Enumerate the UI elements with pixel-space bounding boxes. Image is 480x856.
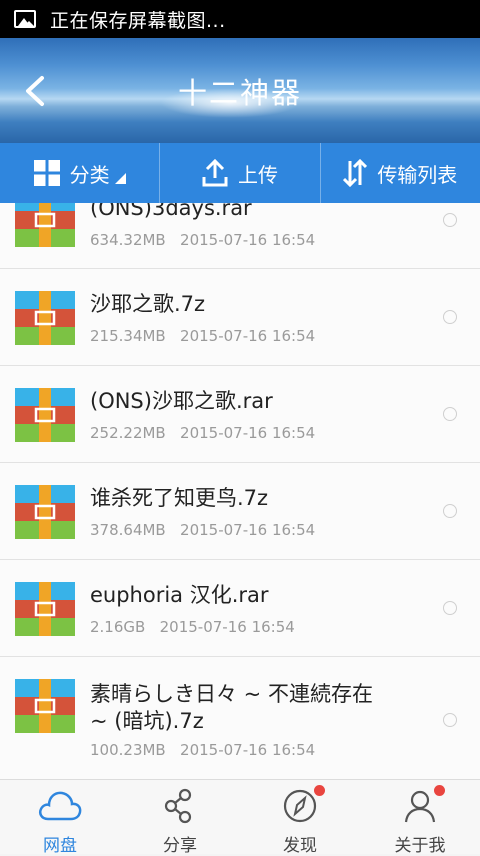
file-name: 沙耶之歌.7z bbox=[90, 292, 206, 316]
file-name: euphoria 汉化.rar bbox=[90, 583, 269, 607]
nav-disk-label: 网盘 bbox=[43, 836, 77, 856]
file-size: 100.23MB bbox=[90, 741, 166, 759]
file-name: (ONS)沙耶之歌.rar bbox=[90, 389, 273, 413]
file-size: 634.32MB bbox=[90, 231, 166, 249]
archive-file-icon bbox=[15, 679, 75, 733]
archive-file-icon bbox=[15, 291, 75, 345]
select-radio[interactable] bbox=[443, 213, 457, 227]
file-date: 2015-07-16 16:54 bbox=[180, 424, 316, 442]
archive-file-icon bbox=[15, 388, 75, 442]
file-meta: 634.32MB 2015-07-16 16:54 bbox=[90, 231, 315, 249]
file-date: 2015-07-16 16:54 bbox=[159, 618, 295, 636]
file-date: 2015-07-16 16:54 bbox=[180, 231, 316, 249]
category-label: 分类 bbox=[69, 162, 110, 187]
upload-icon bbox=[202, 159, 228, 187]
image-icon bbox=[14, 10, 36, 28]
toolbar: 分类 上传 传输列表 bbox=[0, 143, 480, 203]
file-meta: 252.22MB 2015-07-16 16:54 bbox=[90, 424, 315, 442]
upload-label: 上传 bbox=[237, 162, 278, 187]
cloud-icon bbox=[39, 791, 82, 821]
select-radio[interactable] bbox=[443, 601, 457, 615]
share-icon bbox=[164, 788, 192, 824]
file-size: 215.34MB bbox=[90, 327, 166, 345]
nav-discover-label: 发现 bbox=[283, 836, 317, 856]
file-meta: 215.34MB 2015-07-16 16:54 bbox=[90, 327, 315, 345]
file-size: 2.16GB bbox=[90, 618, 146, 636]
compass-icon bbox=[283, 789, 317, 823]
file-date: 2015-07-16 16:54 bbox=[180, 521, 316, 539]
archive-file-icon bbox=[15, 203, 75, 247]
nav-share[interactable]: 分享 bbox=[120, 780, 240, 856]
list-item[interactable]: (ONS)沙耶之歌.rar 252.22MB 2015-07-16 16:54 bbox=[0, 366, 480, 463]
file-name: 谁杀死了知更鸟.7z bbox=[90, 486, 269, 510]
transfer-arrows-icon bbox=[343, 159, 368, 187]
grid-icon bbox=[33, 160, 60, 186]
list-item[interactable]: euphoria 汉化.rar 2.16GB 2015-07-16 16:54 bbox=[0, 560, 480, 657]
bottom-nav: 网盘 分享 发现 关于我 bbox=[0, 779, 480, 856]
notification-badge bbox=[434, 785, 445, 796]
file-name: 素晴らしき日々 ~ 不連続存在 ~ (暗坑).7z bbox=[90, 682, 373, 733]
file-meta: 2.16GB 2015-07-16 16:54 bbox=[90, 618, 295, 636]
list-item[interactable]: (ONS)3days.rar 634.32MB 2015-07-16 16:54 bbox=[0, 203, 480, 269]
nav-share-label: 分享 bbox=[163, 836, 197, 856]
file-meta: 378.64MB 2015-07-16 16:54 bbox=[90, 521, 315, 539]
nav-disk[interactable]: 网盘 bbox=[0, 780, 120, 856]
list-item[interactable]: 素晴らしき日々 ~ 不連続存在 ~ (暗坑).7z 100.23MB 2015-… bbox=[0, 657, 480, 779]
header: 十二神器 bbox=[0, 38, 480, 143]
page-title: 十二神器 bbox=[177, 76, 302, 110]
nav-about-me[interactable]: 关于我 bbox=[360, 780, 480, 856]
user-icon bbox=[404, 790, 436, 823]
category-button[interactable]: 分类 bbox=[0, 143, 159, 203]
dropdown-triangle-icon bbox=[114, 172, 126, 184]
list-item[interactable]: 谁杀死了知更鸟.7z 378.64MB 2015-07-16 16:54 bbox=[0, 463, 480, 560]
notification-badge bbox=[314, 785, 325, 796]
transfer-list-button[interactable]: 传输列表 bbox=[319, 143, 480, 203]
file-list: (ONS)3days.rar 634.32MB 2015-07-16 16:54… bbox=[0, 203, 480, 779]
file-size: 378.64MB bbox=[90, 521, 166, 539]
archive-file-icon bbox=[15, 582, 75, 636]
nav-discover[interactable]: 发现 bbox=[240, 780, 360, 856]
file-name: (ONS)3days.rar bbox=[90, 203, 252, 220]
transfer-label: 传输列表 bbox=[377, 162, 458, 187]
upload-button[interactable]: 上传 bbox=[159, 143, 319, 203]
select-radio[interactable] bbox=[443, 713, 457, 727]
nav-about-label: 关于我 bbox=[394, 836, 446, 856]
list-item[interactable]: 沙耶之歌.7z 215.34MB 2015-07-16 16:54 bbox=[0, 269, 480, 366]
file-date: 2015-07-16 16:54 bbox=[180, 327, 316, 345]
archive-file-icon bbox=[15, 485, 75, 539]
status-text: 正在保存屏幕截图... bbox=[50, 9, 226, 32]
select-radio[interactable] bbox=[443, 310, 457, 324]
status-bar: 正在保存屏幕截图... bbox=[0, 0, 480, 38]
file-meta: 100.23MB 2015-07-16 16:54 bbox=[90, 741, 315, 759]
file-size: 252.22MB bbox=[90, 424, 166, 442]
select-radio[interactable] bbox=[443, 407, 457, 421]
file-date: 2015-07-16 16:54 bbox=[180, 741, 316, 759]
select-radio[interactable] bbox=[443, 504, 457, 518]
